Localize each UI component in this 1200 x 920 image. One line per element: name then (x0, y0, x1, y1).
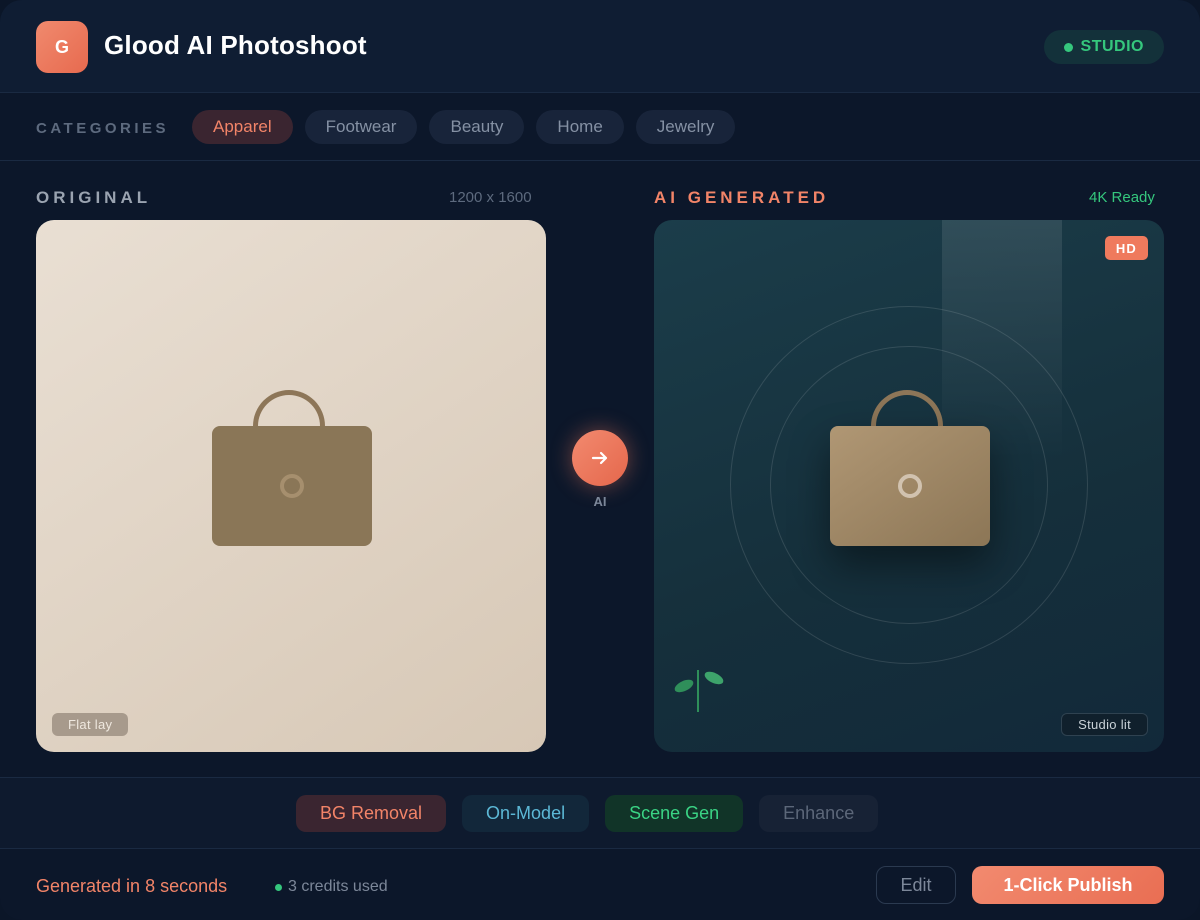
on-model-button[interactable]: On-Model (462, 795, 590, 832)
edit-button[interactable]: Edit (876, 866, 956, 904)
status-dot-icon (1063, 42, 1073, 52)
hd-badge: HD (1104, 236, 1148, 260)
credits-dot-icon (275, 883, 282, 891)
arrow-right-icon (591, 451, 608, 465)
generation-time: Generated in 8 seconds (36, 876, 228, 896)
scene-gen-button[interactable]: Scene Gen (605, 795, 744, 832)
studio-mode-badge[interactable]: STUDIO (1043, 30, 1164, 64)
footer: Generated in 8 seconds 3 credits used Ed… (0, 849, 1200, 920)
ai-generated-heading: AI GENERATED (654, 188, 830, 207)
features-bar: BG Removal On-Model Scene Gen Enhance (0, 777, 1200, 849)
categories-label: CATEGORIES (36, 120, 170, 137)
original-image-panel[interactable]: Flat lay (36, 220, 546, 752)
category-chip-home[interactable]: Home (536, 110, 624, 144)
app-logo: G (36, 21, 88, 73)
ai-label: AI (593, 494, 607, 509)
original-dimensions: 1200 x 1600 (449, 189, 532, 206)
publish-button[interactable]: 1-Click Publish (972, 866, 1164, 904)
enhance-button[interactable]: Enhance (759, 795, 879, 832)
category-chip-beauty[interactable]: Beauty (429, 110, 525, 144)
studio-lit-tag: Studio lit (1061, 713, 1148, 736)
original-heading: ORIGINAL (36, 188, 152, 207)
bg-removal-button[interactable]: BG Removal (296, 795, 447, 832)
credits-label: 3 credits used (288, 878, 388, 895)
flat-lay-tag: Flat lay (52, 713, 129, 736)
bag-generated-image (830, 390, 990, 550)
category-chip-jewelry[interactable]: Jewelry (635, 110, 736, 144)
category-chip-apparel[interactable]: Apparel (192, 110, 293, 144)
category-chip-footwear[interactable]: Footwear (304, 110, 418, 144)
feature-buttons: BG Removal On-Model Scene Gen Enhance (296, 795, 879, 832)
header: G Glood AI Photoshoot STUDIO (0, 0, 1200, 93)
credits-used: 3 credits used (275, 878, 388, 896)
categories-bar: CATEGORIES Apparel Footwear Beauty Home … (0, 93, 1200, 161)
category-chips: Apparel Footwear Beauty Home Jewelry (192, 110, 736, 144)
app-title: Glood AI Photoshoot (104, 30, 367, 60)
ai-transform-button[interactable] (572, 430, 628, 486)
ai-status: 4K Ready (1089, 189, 1155, 206)
studio-badge-label: STUDIO (1080, 38, 1144, 55)
ai-generated-image-panel[interactable]: HD Studio lit (654, 220, 1164, 752)
plant-icon (674, 670, 724, 712)
app-window: G Glood AI Photoshoot STUDIO CATEGORIES … (0, 0, 1200, 920)
bag-product-image (212, 390, 372, 550)
